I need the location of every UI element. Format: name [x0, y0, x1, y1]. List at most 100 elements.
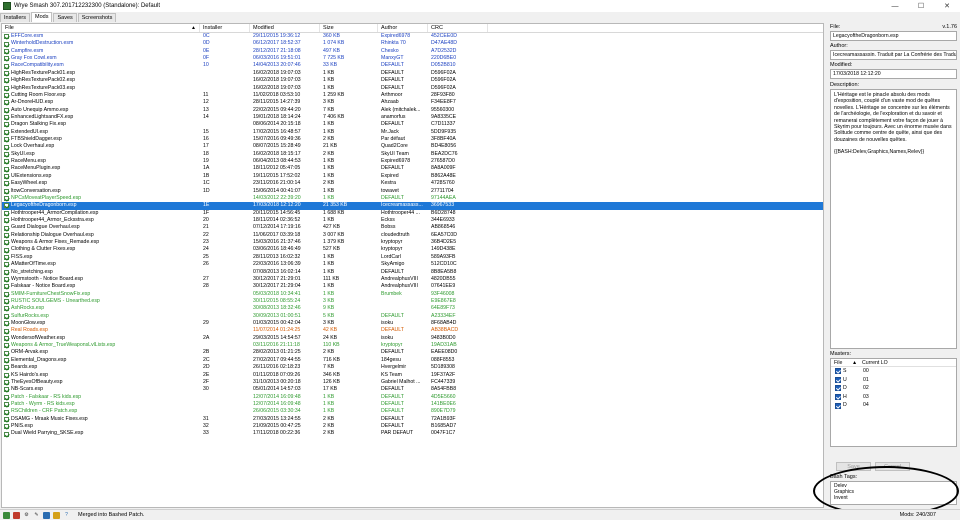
mod-checkbox[interactable]	[4, 218, 9, 224]
mod-file-cell[interactable]: ltowConversation.esp	[2, 188, 200, 195]
table-row[interactable]: AshRocks.esp 30/08/2013 18:32:46 9 KB 64E89…	[2, 305, 823, 312]
table-row[interactable]: NB-Scars.esp 30 05/01/2014 14:57:03 17 KB DE…	[2, 386, 823, 393]
column-header-crc[interactable]: CRC	[428, 24, 488, 32]
mod-checkbox[interactable]	[4, 174, 9, 179]
mod-checkbox[interactable]	[4, 291, 9, 297]
master-checkbox[interactable]	[835, 376, 841, 383]
table-row[interactable]: Lock Overhaul.esp 17 08/07/2015 15:28:49 21…	[2, 143, 823, 150]
mod-file-cell[interactable]: Dual Wield Parrying_SKSE.esp	[2, 430, 200, 437]
table-row[interactable]: RSChildren - CRF Patch.esp 26/06/2015 03:…	[2, 408, 823, 415]
mod-file-cell[interactable]: EnhancedLightsandFX.esp	[2, 114, 200, 121]
mod-file-cell[interactable]: RUSTIC SOULGEMS - Unearthed.esp	[2, 298, 200, 305]
mod-checkbox[interactable]	[4, 313, 9, 319]
table-row[interactable]: Beards.esp 2D 26/11/2016 02:18:23 7 KB Hverg…	[2, 364, 823, 371]
mod-file-cell[interactable]: NPCsMoveatPlayerSpeed.esp	[2, 195, 200, 202]
mod-checkbox[interactable]	[4, 328, 9, 334]
table-row[interactable]: Patch - Wyrm - RS kids.esp 12/07/2014 16:…	[2, 401, 823, 408]
table-row[interactable]: Elemental_Dragons.esp 2C 27/02/2017 09:44:…	[2, 357, 823, 364]
table-row[interactable]: Hothtrooper44_Armor_Ecksstra.esp 20 18/11/…	[2, 217, 823, 224]
mod-checkbox[interactable]	[4, 277, 9, 283]
master-row[interactable]: D 04	[831, 401, 956, 410]
mod-checkbox[interactable]	[4, 424, 9, 430]
mod-file-cell[interactable]: AshRocks.esp	[2, 305, 200, 312]
mod-file-cell[interactable]: HighResTexturePack02.esp	[2, 77, 200, 84]
table-row[interactable]: EFFCore.esm 0C 29/11/2015 19:36:12 360 KB Ex…	[2, 33, 823, 40]
mod-checkbox[interactable]	[4, 343, 9, 349]
mod-file-cell[interactable]: RaceMenu.esp	[2, 158, 200, 165]
mod-checkbox[interactable]	[4, 144, 9, 150]
mod-checkbox[interactable]	[4, 41, 9, 47]
mod-file-cell[interactable]: Cutting Room Floor.esp	[2, 92, 200, 99]
mod-checkbox[interactable]	[4, 159, 9, 165]
mod-file-cell[interactable]: RaceMenuPlugin.esp	[2, 165, 200, 172]
mod-file-cell[interactable]: Hothtrooper44_ArmorCompilation.esp	[2, 210, 200, 217]
table-row[interactable]: KS Hairdo's.esp 2E 01/11/2018 07:09:26 346 …	[2, 372, 823, 379]
mod-checkbox[interactable]	[4, 380, 9, 386]
mod-file-cell[interactable]: TheEyesOfBeauty.esp	[2, 379, 200, 386]
table-row[interactable]: Campfire.esm 0E 28/12/2017 21:18:08 497 KB C…	[2, 48, 823, 55]
tab-screenshots[interactable]: Screenshots	[77, 13, 117, 22]
table-row[interactable]: SulfurRocks.esp 30/09/2013 01:00:51 5 KB DE…	[2, 313, 823, 320]
tab-mods[interactable]: Mods	[31, 12, 53, 22]
table-row[interactable]: Hothtrooper44_ArmorCompilation.esp 1F 20/1…	[2, 210, 823, 217]
masters-col-current-lo[interactable]: Current LO	[859, 359, 888, 366]
mod-file-cell[interactable]: Wyrmstooth - Notice Board.esp	[2, 276, 200, 283]
table-row[interactable]: ltowConversation.esp 1D 15/06/2014 00:41:0…	[2, 188, 823, 195]
mod-checkbox[interactable]	[4, 387, 9, 393]
master-checkbox[interactable]	[835, 368, 841, 375]
mod-checkbox[interactable]	[4, 107, 9, 113]
mod-checkbox[interactable]	[4, 269, 9, 275]
master-row[interactable]: S 00	[831, 367, 956, 376]
table-row[interactable]: Cutting Room Floor.esp 11 11/02/2018 03:53…	[2, 92, 823, 99]
table-row[interactable]: WondersofWeather.esp 2A 29/03/2015 14:54:5…	[2, 335, 823, 342]
mod-file-cell[interactable]: HighResTexturePack03.esp	[2, 85, 200, 92]
mod-checkbox[interactable]	[4, 409, 9, 415]
table-row[interactable]: Weapons & Armor Fixes_Remade.esp 23 15/03/…	[2, 239, 823, 246]
column-header-modified[interactable]: Modified	[250, 24, 320, 32]
table-row[interactable]: SMIM-FurnitureChestSnowFix.esp 05/03/2018…	[2, 291, 823, 298]
mod-file-cell[interactable]: Weapons & Armor_TrueWeaponsLvlLists.esp	[2, 342, 200, 349]
mod-checkbox[interactable]	[4, 85, 9, 91]
table-row[interactable]: Relationship Dialogue Overhaul.esp 22 11/0…	[2, 232, 823, 239]
mod-file-cell[interactable]: SulfurRocks.esp	[2, 313, 200, 320]
mod-file-cell[interactable]: MoonGlow.esp	[2, 320, 200, 327]
tab-saves[interactable]: Saves	[53, 13, 77, 22]
mod-file-cell[interactable]: PNIS.esp	[2, 423, 200, 430]
table-row[interactable]: MoonGlow.esp 29 01/03/2015 00:42:04 3 KB iso…	[2, 320, 823, 327]
table-row[interactable]: Real Roads.esp 11/07/2014 01:24:25 42 KB DE…	[2, 327, 823, 334]
mod-checkbox[interactable]	[4, 254, 9, 260]
mod-file-cell[interactable]: HighResTexturePack01.esp	[2, 70, 200, 77]
mod-checkbox[interactable]	[4, 350, 9, 356]
modified-field[interactable]: 17/03/2018 12:12:20	[830, 69, 957, 79]
mod-checkbox[interactable]	[4, 196, 9, 202]
table-row[interactable]: WinterholdDestruction.esm 0D 06/12/2017 18…	[2, 40, 823, 47]
table-row[interactable]: Clothing & Clutter Fixes.esp 24 03/06/2016…	[2, 246, 823, 253]
mod-file-cell[interactable]: Lock Overhaul.esp	[2, 143, 200, 150]
folder-icon[interactable]	[53, 511, 60, 519]
mod-file-cell[interactable]: DSAMG - Mraak Music Fixes.esp	[2, 416, 200, 423]
table-row[interactable]: AMatterOfTime.esp 26 22/03/2016 13:06:39 1 …	[2, 261, 823, 268]
table-row[interactable]: TheEyesOfBeauty.esp 2F 31/10/2013 00:20:18…	[2, 379, 823, 386]
mod-checkbox[interactable]	[4, 166, 9, 172]
mod-checkbox[interactable]	[4, 431, 9, 437]
table-row[interactable]: Auto Unequip Ammo.esp 13 22/02/2015 09:44:…	[2, 107, 823, 114]
file-field[interactable]: LegacyoftheDragonborn.esp	[830, 31, 957, 41]
minimize-button[interactable]: —	[882, 0, 908, 12]
table-row[interactable]: RUSTIC SOULGEMS - Unearthed.esp 30/11/201…	[2, 298, 823, 305]
mod-checkbox[interactable]	[4, 357, 9, 363]
mod-file-cell[interactable]: Clothing & Clutter Fixes.esp	[2, 246, 200, 253]
table-row[interactable]: LegacyoftheDragonborn.esp 1E 17/03/2018 12…	[2, 202, 823, 210]
mod-file-cell[interactable]: Elemental_Dragons.esp	[2, 357, 200, 364]
mod-checkbox[interactable]	[4, 416, 9, 422]
mod-checkbox[interactable]	[4, 181, 9, 187]
table-row[interactable]: HighResTexturePack01.esp 16/02/2018 19:07…	[2, 70, 823, 77]
table-row[interactable]: PNIS.esp 32 21/09/2015 00:47:25 2 KB DEFAULT…	[2, 423, 823, 430]
table-row[interactable]: Gray Fox Cowl.esm 0F 06/03/2016 19:51:01 7 …	[2, 55, 823, 62]
mod-file-cell[interactable]: UIExtensions.esp	[2, 173, 200, 180]
mod-checkbox[interactable]	[4, 394, 9, 400]
mod-checkbox[interactable]	[4, 63, 9, 69]
tool-icon[interactable]: ✎	[33, 512, 40, 519]
table-row[interactable]: FTBShieldDagger.esp 16 15/07/2016 09:49:36…	[2, 136, 823, 143]
mod-checkbox[interactable]	[4, 299, 9, 305]
browser-icon[interactable]	[43, 511, 50, 519]
